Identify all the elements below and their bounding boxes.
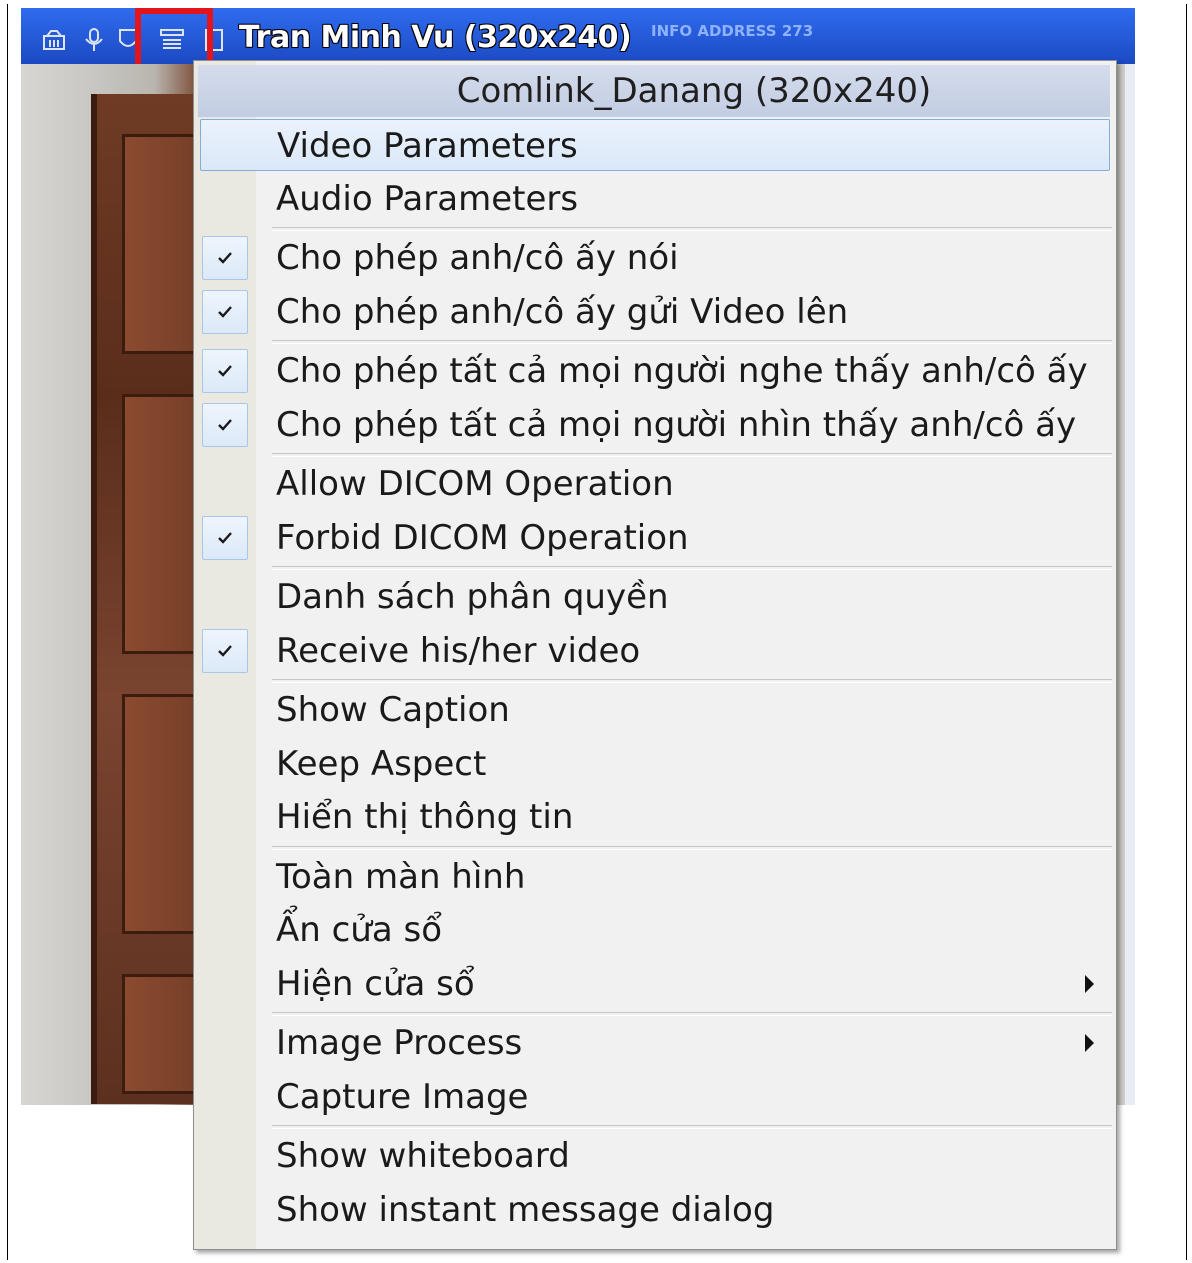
submenu-arrow-icon bbox=[1085, 1034, 1094, 1052]
window-info-text: INFO ADDRESS 273 bbox=[651, 22, 814, 40]
menu-item-keep-aspect[interactable]: Keep Aspect bbox=[194, 738, 1116, 790]
menu-item-receive-his-her-video[interactable]: Receive his/her video bbox=[194, 625, 1116, 677]
menu-separator bbox=[272, 340, 1112, 344]
menu-item-show-caption[interactable]: Show Caption bbox=[194, 684, 1116, 736]
menu-separator bbox=[272, 227, 1112, 231]
checkmark-icon bbox=[202, 289, 248, 334]
menu-item-toan-man-hinh[interactable]: Toàn màn hình bbox=[194, 851, 1116, 903]
menu-item-show-whiteboard[interactable]: Show whiteboard bbox=[194, 1130, 1116, 1182]
menu-header: Comlink_Danang (320x240) bbox=[198, 65, 1110, 117]
menu-separator bbox=[272, 453, 1112, 457]
menu-item-cho-phep-tat-ca-moi-nguoi-nhin-thay-anh-co-ay[interactable]: Cho phép tất cả mọi người nhìn thấy anh/… bbox=[194, 399, 1116, 451]
menu-item-label: Cho phép anh/cô ấy nói bbox=[276, 238, 679, 278]
menu-separator bbox=[272, 845, 1112, 850]
camera-icon[interactable] bbox=[41, 26, 67, 54]
context-menu: Comlink_Danang (320x240) Video Parameter… bbox=[193, 60, 1117, 1250]
menu-item-allow-dicom-operation[interactable]: Allow DICOM Operation bbox=[194, 458, 1116, 510]
menu-item-capture-image[interactable]: Capture Image bbox=[194, 1071, 1116, 1123]
menu-item-audio-parameters[interactable]: Audio Parameters bbox=[194, 173, 1116, 225]
window-edge bbox=[1125, 64, 1135, 1105]
microphone-icon[interactable] bbox=[81, 26, 107, 54]
menu-item-cho-phep-tat-ca-moi-nguoi-nghe-thay-anh-co-ay[interactable]: Cho phép tất cả mọi người nghe thấy anh/… bbox=[194, 345, 1116, 397]
window-titlebar[interactable]: Tran Minh Vu (320x240) INFO ADDRESS 273 bbox=[21, 8, 1135, 82]
menu-item-forbid-dicom-operation[interactable]: Forbid DICOM Operation bbox=[194, 512, 1116, 564]
menu-item-label: Forbid DICOM Operation bbox=[276, 517, 689, 558]
menu-item-label: Capture Image bbox=[276, 1076, 529, 1117]
menu-item-label: Allow DICOM Operation bbox=[276, 464, 674, 504]
menu-item-label: Receive his/her video bbox=[276, 630, 641, 671]
menu-item-cho-phep-anh-co-ay-gui-video-len[interactable]: Cho phép anh/cô ấy gửi Video lên bbox=[194, 286, 1116, 338]
window-title: Tran Minh Vu (320x240) bbox=[239, 20, 632, 55]
submenu-arrow-icon bbox=[1085, 974, 1094, 993]
menu-item-label: Ẩn cửa sổ bbox=[276, 910, 443, 950]
menu-item-label: Danh sách phân quyền bbox=[276, 577, 669, 617]
menu-item-label: Cho phép tất cả mọi người nhìn thấy anh/… bbox=[276, 404, 1077, 445]
menu-item-show-instant-message-dialog[interactable]: Show instant message dialog bbox=[194, 1184, 1116, 1236]
menu-separator bbox=[272, 566, 1112, 570]
checkmark-icon bbox=[202, 236, 248, 280]
menu-item-cho-phep-anh-co-ay-noi[interactable]: Cho phép anh/cô ấy nói bbox=[194, 232, 1116, 284]
menu-item-label: Show Caption bbox=[276, 690, 510, 730]
menu-separator bbox=[272, 679, 1112, 683]
menu-separator bbox=[272, 1012, 1112, 1016]
menu-item-image-process[interactable]: Image Process bbox=[194, 1017, 1116, 1069]
menu-item-video-parameters[interactable]: Video Parameters bbox=[200, 119, 1110, 171]
menu-item-hien-thi-thong-tin[interactable]: Hiển thị thông tin bbox=[194, 791, 1116, 843]
checkmark-icon bbox=[202, 628, 248, 673]
menu-item-label: Audio Parameters bbox=[276, 178, 579, 219]
menu-item-label: Hiển thị thông tin bbox=[276, 797, 574, 837]
menu-item-label: Image Process bbox=[276, 1023, 523, 1063]
menu-item-danh-sach-phan-quyen[interactable]: Danh sách phân quyền bbox=[194, 571, 1116, 623]
menu-item-label: Show instant message dialog bbox=[276, 1189, 775, 1230]
menu-item-hien-cua-so[interactable]: Hiện cửa sổ bbox=[194, 958, 1116, 1010]
menu-item-label: Video Parameters bbox=[277, 126, 578, 166]
menu-item-an-cua-so[interactable]: Ẩn cửa sổ bbox=[194, 904, 1116, 956]
checkmark-icon bbox=[202, 349, 248, 393]
checkmark-icon bbox=[202, 402, 248, 447]
checkmark-icon bbox=[202, 515, 248, 560]
menu-item-label: Keep Aspect bbox=[276, 743, 487, 784]
menu-separator bbox=[272, 1125, 1112, 1129]
menu-item-label: Hiện cửa sổ bbox=[276, 963, 475, 1004]
menu-item-label: Cho phép anh/cô ấy gửi Video lên bbox=[276, 291, 849, 332]
menu-item-label: Show whiteboard bbox=[276, 1136, 570, 1176]
menu-item-label: Toàn màn hình bbox=[276, 856, 526, 897]
menu-item-label: Cho phép tất cả mọi người nghe thấy anh/… bbox=[276, 351, 1088, 391]
